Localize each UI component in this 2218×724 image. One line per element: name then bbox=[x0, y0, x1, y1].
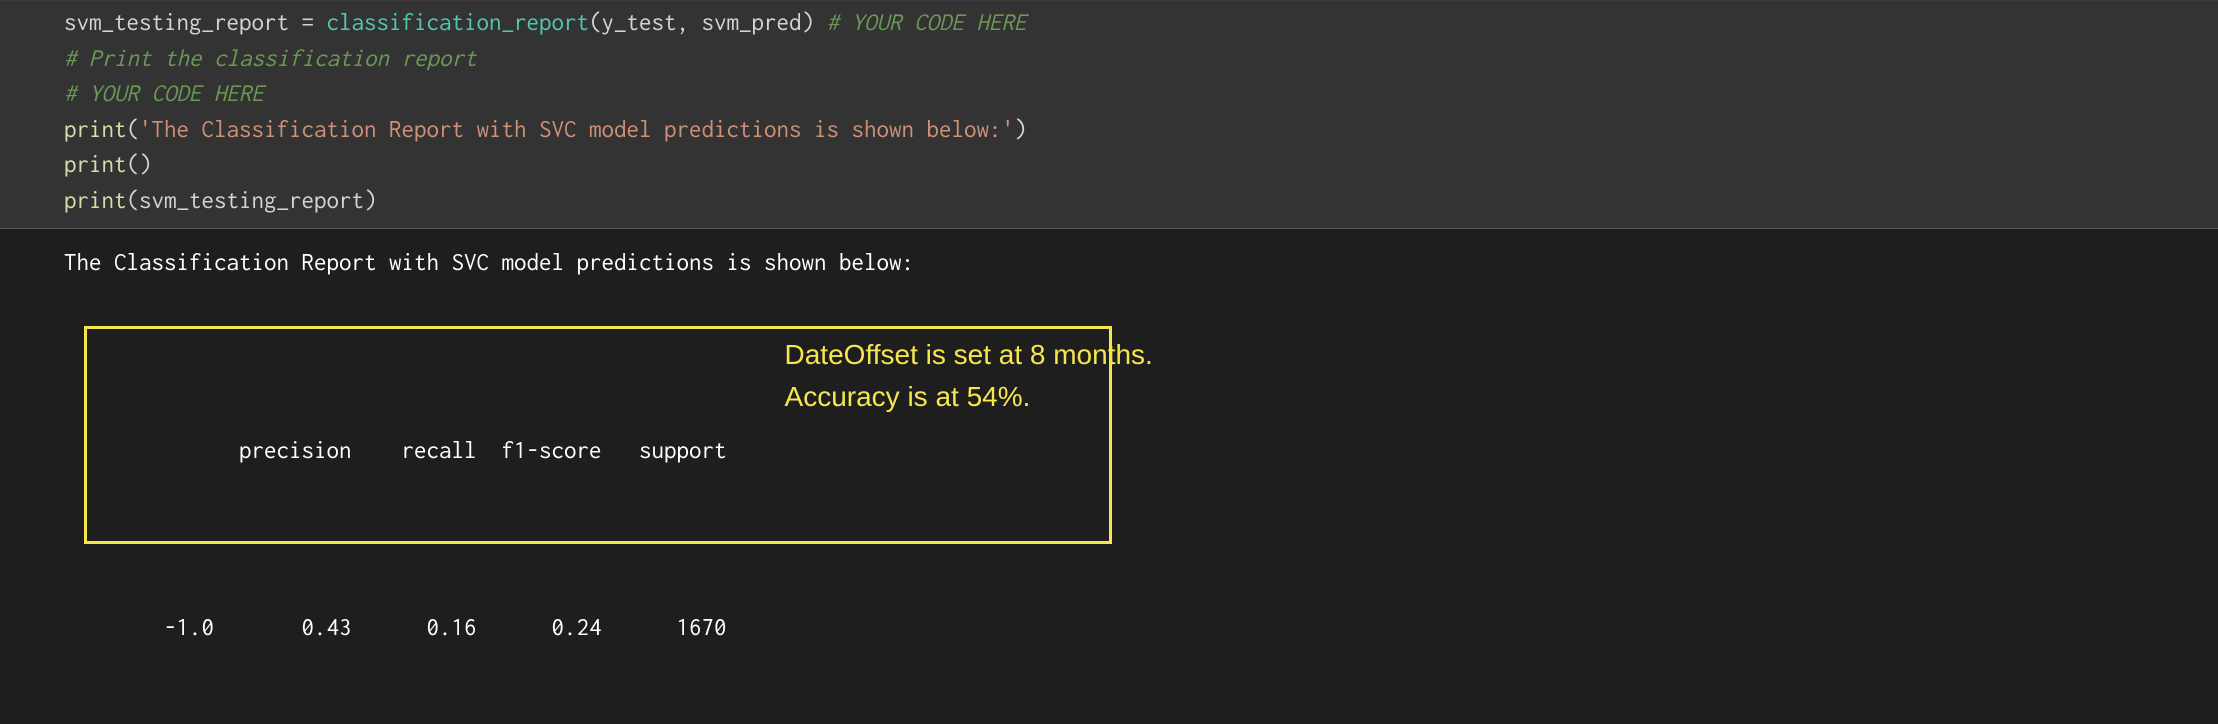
output-cell: The Classification Report with SVC model… bbox=[0, 229, 2218, 724]
output-blank bbox=[64, 281, 2218, 317]
annotation-line-1: DateOffset is set at 8 months. bbox=[785, 334, 1153, 376]
code-line-5: print('The Classification Report with SV… bbox=[64, 112, 2218, 148]
code-line-4: # YOUR CODE HERE bbox=[64, 76, 2218, 112]
code-line-7: print(svm_testing_report) bbox=[64, 183, 2218, 219]
code-line-6: print() bbox=[64, 147, 2218, 183]
annotation: DateOffset is set at 8 months. Accuracy … bbox=[785, 334, 1153, 418]
report-header: precision recall f1-score support bbox=[64, 433, 727, 469]
classification-report: precision recall f1-score support -1.0 0… bbox=[64, 326, 727, 724]
annotation-line-2: Accuracy is at 54%. bbox=[785, 376, 1153, 418]
code-line-1: svm_testing_report = classification_repo… bbox=[64, 5, 2218, 41]
report-row-pos: 1.0 0.56 0.83 0.67 2142 bbox=[64, 717, 727, 724]
code-cell[interactable]: svm_testing_report = classification_repo… bbox=[0, 0, 2218, 229]
report-row-neg: -1.0 0.43 0.16 0.24 1670 bbox=[64, 610, 727, 646]
output-title: The Classification Report with SVC model… bbox=[64, 245, 2218, 281]
report-wrapper: precision recall f1-score support -1.0 0… bbox=[64, 326, 2218, 724]
code-line-3: # Print the classification report bbox=[64, 41, 2218, 77]
